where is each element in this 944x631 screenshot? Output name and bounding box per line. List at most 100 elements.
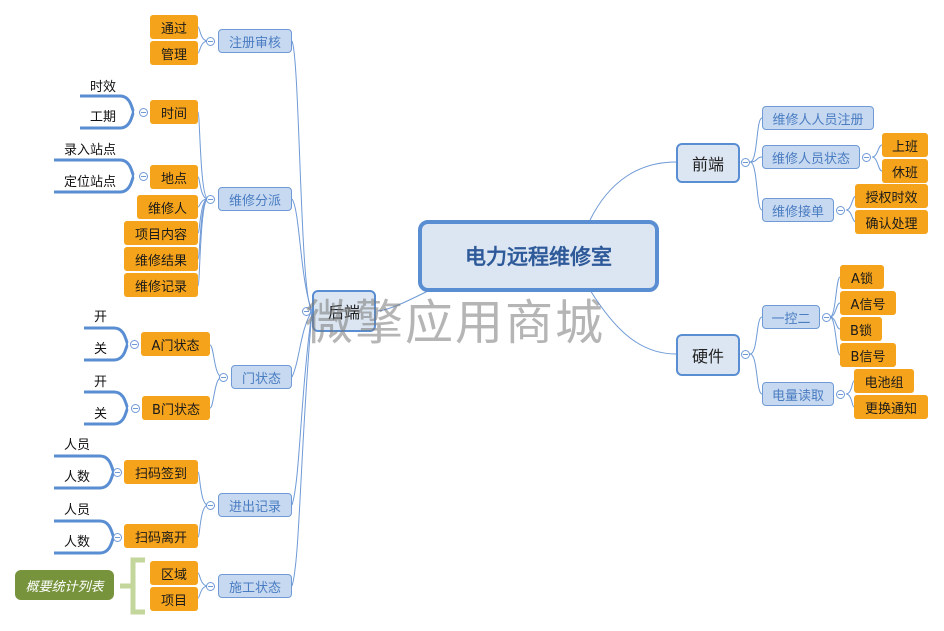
node-label: 维修分派	[228, 193, 281, 209]
collapse-icon[interactable]	[836, 206, 845, 215]
node-label: 上班	[891, 139, 918, 155]
collapse-icon[interactable]	[822, 313, 831, 322]
detail-text: 关	[94, 407, 108, 422]
collapse-icon[interactable]	[741, 158, 750, 167]
frontend-item[interactable]: 维修人员状态	[762, 145, 860, 169]
leaf-node[interactable]: 扫码签到	[124, 460, 198, 484]
node-label: 授权时效	[865, 190, 918, 206]
hardware-label: 硬件	[691, 347, 724, 366]
detail-text: 定位站点	[64, 175, 117, 190]
leaf-node[interactable]: 维修结果	[124, 247, 198, 271]
leaf-node[interactable]: B门状态	[142, 396, 210, 420]
leaf-node[interactable]: B信号	[840, 343, 896, 367]
node-label: 进出记录	[228, 499, 281, 515]
leaf-node[interactable]: 维修记录	[124, 273, 198, 297]
leaf-node[interactable]: 上班	[882, 133, 928, 157]
detail-text: 开	[94, 375, 108, 390]
hardware-item[interactable]: 电量读取	[762, 382, 834, 406]
node-label: 确认处理	[865, 216, 918, 232]
leaf-node[interactable]: 确认处理	[855, 210, 928, 234]
node-label: 管理	[160, 47, 187, 63]
detail-text: 人数	[64, 470, 91, 485]
node-label: B锁	[850, 323, 872, 339]
collapse-icon[interactable]	[741, 350, 750, 359]
collapse-icon[interactable]	[206, 195, 215, 204]
node-label: 时间	[160, 106, 187, 122]
leaf-node[interactable]: 更换通知	[854, 395, 928, 419]
leaf-node[interactable]: A信号	[840, 291, 896, 315]
collapse-icon[interactable]	[113, 468, 122, 477]
backend-item[interactable]: 注册审核	[218, 29, 292, 53]
node-label: 注册审核	[228, 35, 281, 51]
node-label: A锁	[851, 271, 873, 287]
node-label: 维修记录	[134, 279, 187, 295]
leaf-node[interactable]: 扫码离开	[124, 524, 198, 548]
collapse-icon[interactable]	[206, 582, 215, 591]
backend-item[interactable]: 施工状态	[218, 574, 292, 598]
node-label: 施工状态	[228, 580, 281, 596]
leaf-node[interactable]: 区域	[150, 561, 198, 585]
detail-text: 关	[94, 342, 108, 357]
node-label: 维修人员状态	[771, 151, 850, 167]
collapse-icon[interactable]	[206, 37, 215, 46]
leaf-node[interactable]: 休班	[882, 159, 928, 183]
node-label: B门状态	[152, 402, 200, 418]
hardware-node[interactable]: 硬件	[676, 334, 740, 376]
collapse-icon[interactable]	[139, 172, 148, 181]
leaf-node[interactable]: 时间	[150, 100, 198, 124]
collapse-icon[interactable]	[131, 404, 140, 413]
collapse-icon[interactable]	[302, 307, 311, 316]
node-label: 更换通知	[864, 401, 917, 417]
collapse-icon[interactable]	[139, 108, 148, 117]
leaf-node[interactable]: A门状态	[141, 332, 210, 356]
frontend-item[interactable]: 维修人人员注册	[762, 106, 874, 130]
node-label: 维修人	[147, 201, 187, 217]
leaf-node[interactable]: 项目内容	[124, 221, 198, 245]
node-label: 通过	[160, 21, 187, 37]
node-label: 休班	[891, 165, 918, 181]
collapse-icon[interactable]	[206, 501, 215, 510]
frontend-node[interactable]: 前端	[676, 143, 740, 183]
node-label: A门状态	[151, 338, 200, 354]
frontend-item[interactable]: 维修接单	[762, 198, 834, 222]
leaf-node[interactable]: 授权时效	[855, 184, 928, 208]
leaf-node[interactable]: 通过	[150, 15, 198, 39]
collapse-icon[interactable]	[836, 390, 845, 399]
leaf-node[interactable]: 地点	[150, 165, 198, 189]
collapse-icon[interactable]	[113, 533, 122, 542]
leaf-node[interactable]: A锁	[840, 265, 884, 289]
detail-text: 人数	[64, 535, 91, 550]
detail-text: 人员	[64, 438, 91, 453]
leaf-node[interactable]: 电池组	[854, 369, 914, 393]
backend-label: 后端	[327, 303, 360, 322]
summary-node[interactable]: 概要统计列表	[15, 570, 114, 600]
leaf-node[interactable]: 管理	[150, 41, 198, 65]
detail-text: 人员	[64, 503, 91, 518]
root-node[interactable]: 电力远程维修室	[418, 220, 659, 292]
collapse-icon[interactable]	[862, 153, 871, 162]
node-label: 门状态	[241, 371, 281, 387]
detail-text: 时效	[90, 80, 117, 95]
leaf-node[interactable]: 维修人	[137, 195, 198, 219]
backend-item[interactable]: 门状态	[231, 365, 292, 389]
node-label: 扫码签到	[134, 466, 187, 482]
node-label: B信号	[850, 349, 886, 365]
frontend-label: 前端	[691, 155, 724, 174]
leaf-node[interactable]: B锁	[840, 317, 882, 341]
backend-node[interactable]: 后端	[312, 290, 376, 332]
backend-item[interactable]: 维修分派	[218, 187, 292, 211]
node-label: A信号	[850, 297, 886, 313]
node-label: 概要统计列表	[25, 579, 104, 595]
node-label: 地点	[160, 171, 187, 187]
hardware-item[interactable]: 一控二	[762, 305, 820, 329]
collapse-icon[interactable]	[130, 340, 139, 349]
node-label: 维修结果	[134, 253, 187, 269]
detail-text: 录入站点	[64, 143, 117, 158]
detail-text: 工期	[90, 110, 117, 125]
backend-item[interactable]: 进出记录	[218, 493, 292, 517]
collapse-icon[interactable]	[219, 373, 228, 382]
node-label: 一控二	[771, 311, 811, 327]
leaf-node[interactable]: 项目	[150, 587, 198, 611]
node-label: 区域	[160, 567, 187, 583]
root-label: 电力远程维修室	[465, 245, 612, 269]
